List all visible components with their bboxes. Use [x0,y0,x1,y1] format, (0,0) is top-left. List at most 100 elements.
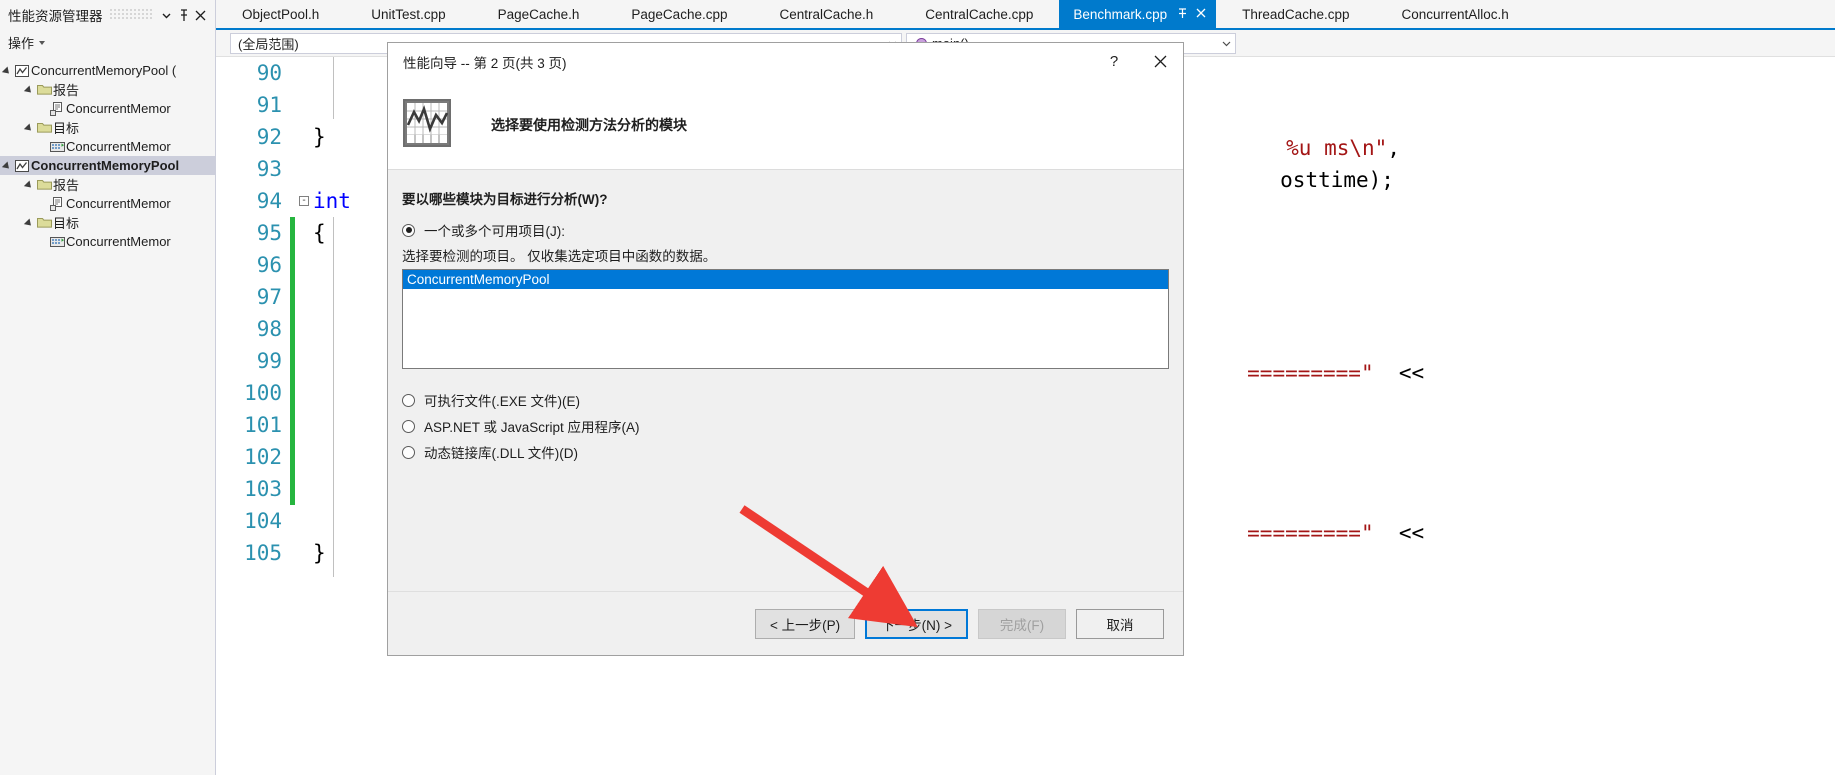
code-operator: << [1373,521,1425,545]
panel-titlebar: 性能资源管理器 [0,0,215,30]
expander-icon[interactable] [22,84,35,95]
code-fragment: osttime); [1179,144,1394,216]
tree-row[interactable]: 目标 [0,118,215,137]
tab-pagecache-h[interactable]: PageCache.h [472,0,606,28]
project-listbox[interactable]: ConcurrentMemoryPool [402,269,1169,369]
cancel-button[interactable]: 取消 [1076,609,1164,639]
tab-benchmark-cpp[interactable]: Benchmark.cpp [1059,0,1217,28]
perf-session-icon [13,159,31,173]
structure-guide [333,57,334,119]
line-number: 94 [256,189,282,213]
performance-explorer-panel: 性能资源管理器 操作 ConcurrentMemoryPool (报告 Con… [0,0,216,775]
folder-icon [35,83,53,96]
folder-icon [35,121,53,134]
radio-icon[interactable] [402,419,415,433]
close-icon[interactable] [1196,8,1206,20]
pin-icon[interactable] [175,6,192,24]
expander-icon[interactable] [22,179,35,190]
line-number: 95 [256,221,282,245]
tab-pagecache-cpp[interactable]: PageCache.cpp [605,0,753,28]
tab-centralcache-h[interactable]: CentralCache.h [753,0,899,28]
folder-icon [35,178,53,191]
change-marker [290,537,295,569]
change-marker [290,313,295,345]
radio-label: 一个或多个可用项目(J): [424,224,565,239]
code-text: } [313,541,326,565]
radio-label: 可执行文件(.EXE 文件)(E) [424,394,581,409]
finish-button: 完成(F) [978,609,1066,639]
tree-row[interactable]: ConcurrentMemor [0,137,215,156]
drag-grip[interactable] [108,9,152,21]
tree-row[interactable]: ConcurrentMemor [0,194,215,213]
radio-label: 动态链接库(.DLL 文件)(D) [424,446,578,461]
change-marker [290,345,295,377]
tree-row[interactable]: 报告 [0,80,215,99]
tab-label: PageCache.h [497,6,580,22]
radio-option-exe[interactable]: 可执行文件(.EXE 文件)(E) [402,387,1183,413]
tab-concurrentalloc-h[interactable]: ConcurrentAlloc.h [1375,0,1534,28]
radio-icon[interactable] [402,223,415,237]
expander-icon[interactable] [0,160,13,171]
tree-row-selected[interactable]: ConcurrentMemoryPool [0,156,215,175]
tree-row[interactable]: ConcurrentMemoryPool ( [0,61,215,80]
close-icon[interactable] [1137,46,1183,77]
line-number: 101 [244,413,282,437]
dialog-question: 要以哪些模块为目标进行分析(W)? [402,192,608,207]
expander-icon[interactable] [22,217,35,228]
visual-studio-window: 性能资源管理器 操作 ConcurrentMemoryPool (报告 Con… [0,0,1835,775]
line-number: 90 [256,61,282,85]
dialog-hint: 选择要检测的项目。 仅收集选定项目中函数的数据。 [402,249,717,264]
tree-row[interactable]: 报告 [0,175,215,194]
tree-row[interactable]: ConcurrentMemor [0,99,215,118]
radio-option-projects[interactable]: 一个或多个可用项目(J): [402,218,1183,242]
actions-menu-button[interactable]: 操作 [0,30,215,55]
tree-row[interactable]: 目标 [0,213,215,232]
change-marker [290,153,295,185]
chevron-down-icon[interactable] [158,6,175,24]
line-number: 103 [244,477,282,501]
help-icon[interactable]: ? [1091,46,1137,77]
chevron-down-icon [39,40,46,45]
tab-threadcache-cpp[interactable]: ThreadCache.cpp [1216,0,1375,28]
change-marker [290,409,295,441]
tree-row-label: ConcurrentMemoryPool [31,158,180,173]
tab-objectpool-h[interactable]: ObjectPool.h [216,0,345,28]
pin-icon[interactable] [1177,7,1188,21]
tree-row-label: 报告 [53,83,80,98]
code-string: =========" [1247,361,1374,385]
tab-unittest-cpp[interactable]: UnitTest.cpp [345,0,471,28]
radio-option-dll[interactable]: 动态链接库(.DLL 文件)(D) [402,439,1183,465]
tree-row-label: ConcurrentMemor [66,196,171,211]
list-item[interactable]: ConcurrentMemoryPool [403,270,1168,289]
radio-icon[interactable] [402,393,415,407]
tab-label: Benchmark.cpp [1073,6,1168,22]
tree-row-label: 目标 [53,216,80,231]
tab-label: CentralCache.h [779,6,874,22]
actions-label: 操作 [8,36,35,51]
tab-centralcache-cpp[interactable]: CentralCache.cpp [899,0,1059,28]
radio-option-aspnet[interactable]: ASP.NET 或 JavaScript 应用程序(A) [402,413,1183,439]
chevron-down-icon[interactable] [1218,34,1235,53]
line-number: 102 [244,445,282,469]
tab-label: PageCache.cpp [631,6,728,22]
line-number: 104 [244,509,282,533]
tab-label: ThreadCache.cpp [1242,6,1350,22]
change-marker [290,89,295,121]
tree-row[interactable]: ConcurrentMemor [0,232,215,251]
expander-icon[interactable] [0,65,13,76]
fold-toggle[interactable]: - [295,196,313,206]
radio-icon[interactable] [402,445,415,459]
expander-icon[interactable] [22,122,35,133]
tree-row-label: 报告 [53,178,80,193]
change-marker [290,441,295,473]
change-marker [290,505,295,537]
panel-title: 性能资源管理器 [8,9,103,24]
tab-label: CentralCache.cpp [925,6,1034,22]
code-text: } [313,125,326,149]
dialog-titlebar: 性能向导 -- 第 2 页(共 3 页) ? [388,43,1183,80]
line-number: 91 [256,93,282,117]
close-icon[interactable] [192,6,209,24]
dialog-header: 选择要使用检测方法分析的模块 [388,80,1183,170]
radio-label: ASP.NET 或 JavaScript 应用程序(A) [424,420,640,435]
change-marker [290,377,295,409]
